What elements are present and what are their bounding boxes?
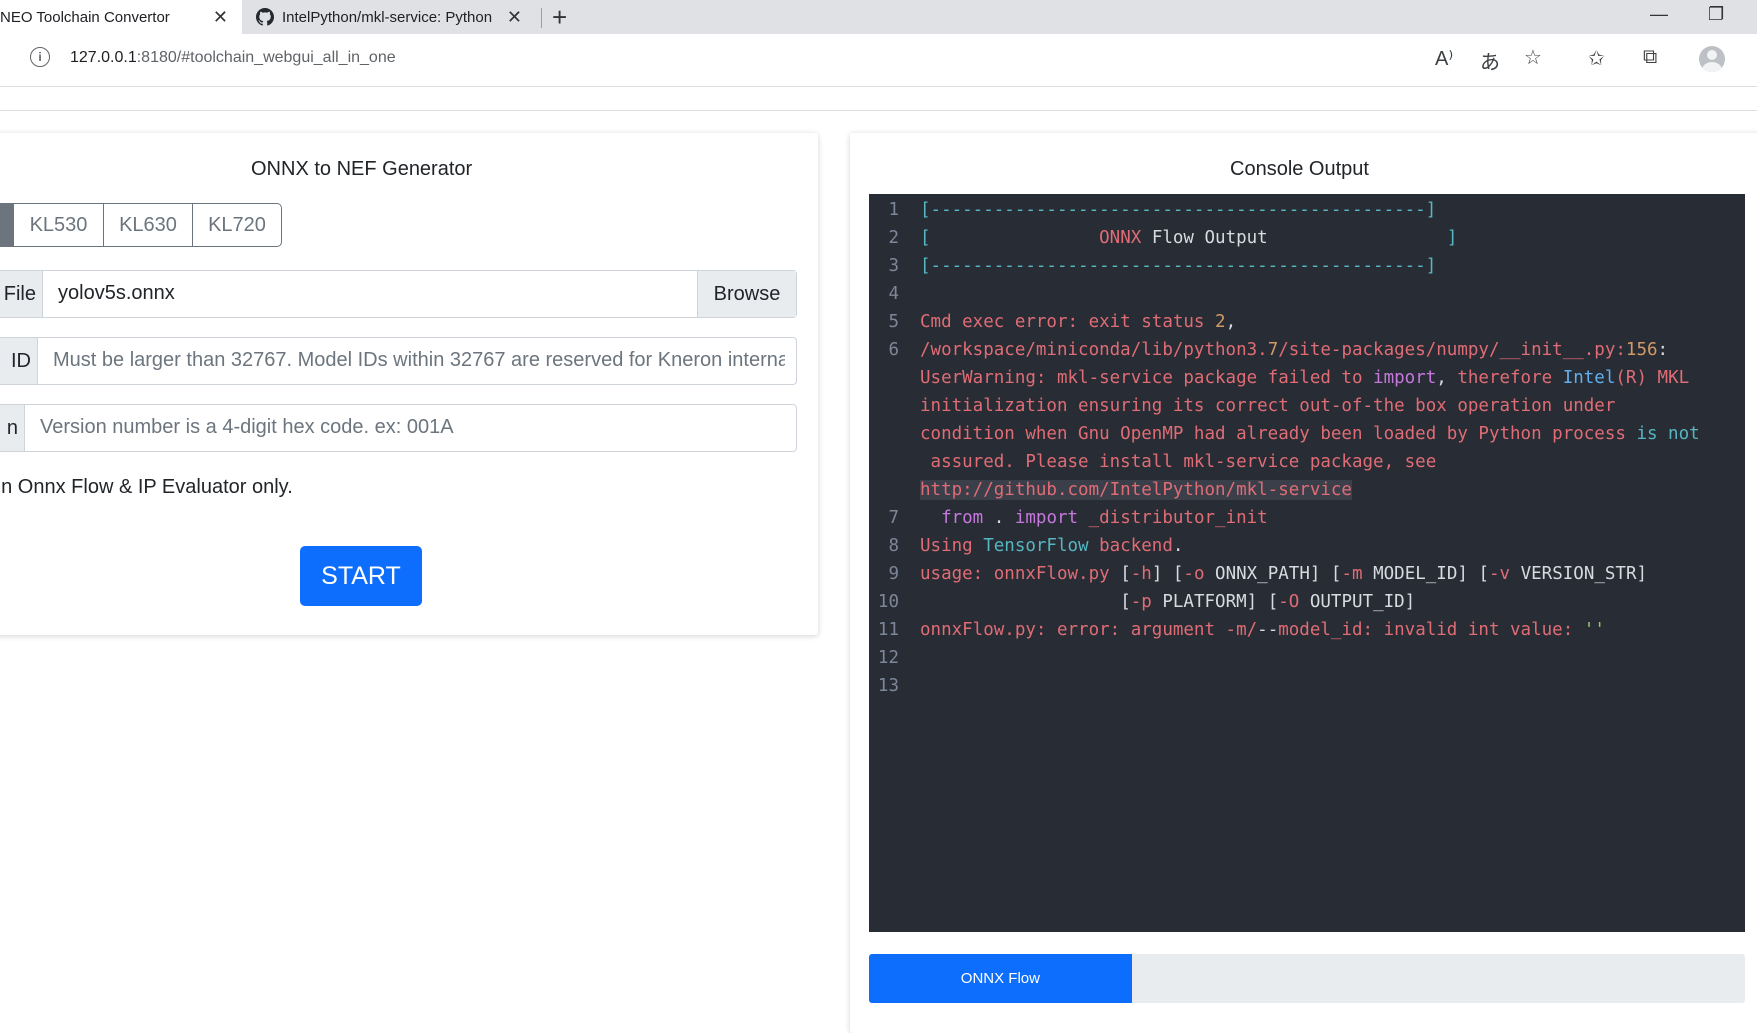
tab-title: NEO Toolchain Convertor: [0, 8, 170, 26]
translate-icon[interactable]: あ: [1480, 46, 1500, 75]
collections-icon[interactable]: ⧉: [1643, 46, 1657, 69]
url-field[interactable]: i 127.0.0.1:8180/#toolchain_webgui_all_i…: [8, 40, 1698, 76]
close-icon[interactable]: ✕: [507, 7, 522, 28]
console-line-11: onnxFlow.py: error: argument -m/--model_…: [920, 620, 1605, 640]
restore-button[interactable]: ❐: [1708, 4, 1724, 25]
platform-button-selected[interactable]: [0, 203, 14, 247]
platform-button-kl530[interactable]: KL530: [13, 203, 104, 247]
start-button[interactable]: START: [300, 546, 422, 606]
line-number: 11: [877, 620, 899, 640]
version-input-group: n Version number is a 4-digit hex code. …: [0, 404, 797, 452]
tab-separator: [541, 8, 542, 28]
info-icon[interactable]: i: [30, 47, 50, 67]
model-id-input[interactable]: Must be larger than 32767. Model IDs wit…: [53, 349, 785, 372]
model-id-label: ID: [0, 338, 38, 384]
read-aloud-icon[interactable]: A⁾: [1435, 46, 1453, 71]
file-label: File: [0, 271, 43, 317]
line-number: 10: [877, 592, 899, 612]
new-tab-button[interactable]: +: [552, 2, 567, 33]
console-title: Console Output: [1230, 158, 1369, 180]
browse-button[interactable]: Browse: [697, 271, 796, 317]
line-number: 9: [888, 564, 899, 584]
tab-bar: NEO Toolchain Convertor ✕ IntelPython/mk…: [0, 0, 1757, 34]
model-id-input-group: ID Must be larger than 32767. Model IDs …: [0, 337, 797, 385]
add-favorite-icon[interactable]: ☆: [1524, 45, 1542, 70]
url-path: :8180/#toolchain_webgui_all_in_one: [136, 49, 396, 66]
tab-neo-toolchain[interactable]: NEO Toolchain Convertor ✕: [0, 0, 242, 34]
url-text[interactable]: 127.0.0.1:8180/#toolchain_webgui_all_in_…: [70, 49, 396, 67]
page-divider: [0, 110, 1757, 111]
line-number: 1: [888, 200, 899, 220]
console-line-2: [ ONNX Flow Output ]: [920, 228, 1458, 248]
line-number: 7: [888, 508, 899, 528]
version-input[interactable]: Version number is a 4-digit hex code. ex…: [40, 416, 454, 439]
console-line-10: [-p PLATFORM] [-O OUTPUT_ID]: [1120, 592, 1416, 612]
generator-title: ONNX to NEF Generator: [251, 158, 473, 180]
version-label: n: [0, 405, 25, 451]
minimize-button[interactable]: —: [1650, 4, 1668, 25]
line-number: 4: [888, 284, 899, 304]
console-line-1: [---------------------------------------…: [920, 200, 1437, 220]
console-card: Console Output 1 2 3 4 5 6 7 8 9 10 11 12 13 [------…: [850, 133, 1757, 1033]
address-bar: i 127.0.0.1:8180/#toolchain_webgui_all_i…: [0, 34, 1757, 87]
option-note: un Onnx Flow & IP Evaluator only.: [0, 476, 293, 498]
tab-title: IntelPython/mkl-service: Python: [282, 8, 493, 26]
line-number: 5: [888, 312, 899, 332]
line-number: 8: [888, 536, 899, 556]
console-line-5: Cmd exec error: exit status 2,: [920, 312, 1237, 332]
progress-fill: ONNX Flow: [869, 954, 1132, 1003]
progress-bar: ONNX Flow: [869, 954, 1745, 1003]
file-input[interactable]: yolov5s.onnx: [58, 282, 175, 305]
generator-card: ONNX to NEF Generator KL530 KL630 KL720 …: [0, 133, 818, 635]
console-line-3: [---------------------------------------…: [920, 256, 1437, 276]
console-line-6d: condition when Gnu OpenMP had already be…: [920, 424, 1700, 444]
line-number: 13: [877, 676, 899, 696]
console-line-6c: initialization ensuring its correct out-…: [920, 396, 1616, 416]
platform-button-kl720[interactable]: KL720: [192, 203, 282, 247]
close-icon[interactable]: ✕: [213, 7, 228, 28]
console-line-7: from . import _distributor_init: [941, 508, 1268, 528]
profile-icon[interactable]: [1699, 46, 1725, 72]
console-line-6: /workspace/miniconda/lib/python3.7/site-…: [920, 340, 1669, 360]
favorites-icon[interactable]: ✩: [1588, 46, 1605, 71]
console-line-9: usage: onnxFlow.py [-h] [-o ONNX_PATH] […: [920, 564, 1648, 584]
line-number: 12: [877, 648, 899, 668]
github-icon: [256, 8, 274, 26]
console-output[interactable]: 1 2 3 4 5 6 7 8 9 10 11 12 13 [---------------------…: [869, 194, 1745, 932]
line-number: 2: [888, 228, 899, 248]
url-host: 127.0.0.1: [70, 49, 137, 66]
tab-mkl-service[interactable]: IntelPython/mkl-service: Python ✕: [246, 0, 536, 34]
platform-button-kl630[interactable]: KL630: [103, 203, 193, 247]
line-number: 3: [888, 256, 899, 276]
file-input-group: File yolov5s.onnx Browse: [0, 270, 797, 318]
console-line-6e: assured. Please install mkl-service pack…: [920, 452, 1437, 472]
console-line-6b: UserWarning: mkl-service package failed …: [920, 368, 1690, 388]
line-number: 6: [888, 340, 899, 360]
console-line-6f: http://github.com/IntelPython/mkl-servic…: [920, 480, 1352, 500]
console-line-8: Using TensorFlow backend.: [920, 536, 1184, 556]
